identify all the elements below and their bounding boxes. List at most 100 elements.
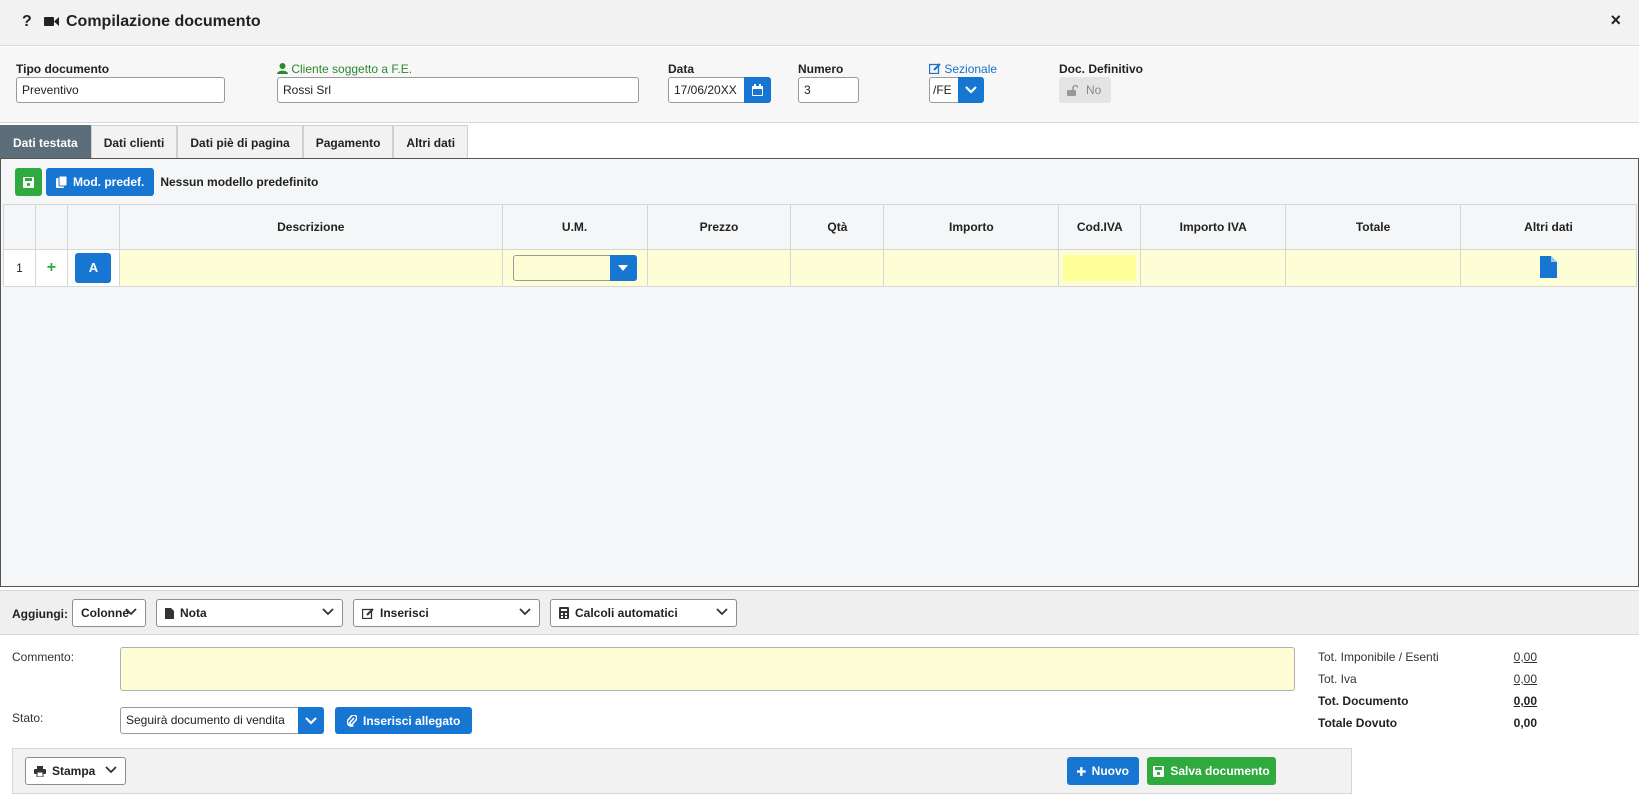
column-header [66, 204, 120, 250]
save-model-button[interactable] [15, 168, 42, 196]
window-title: Compilazione documento [66, 13, 261, 30]
doc-definitivo-label: Doc. Definitivo [1059, 62, 1144, 76]
tot-documento-label: Tot. Documento [1318, 694, 1409, 708]
chevron-down-icon [519, 608, 531, 616]
aggiungi-label: Aggiungi: [12, 607, 68, 621]
lock-open-icon [1067, 84, 1078, 96]
column-header-importo: Importo [883, 204, 1060, 250]
prezzo-cell[interactable] [646, 249, 792, 287]
totale-cell[interactable] [1285, 249, 1462, 287]
data-input[interactable]: 17/06/20XX [668, 77, 746, 103]
document-rows-table: Descrizione U.M. Prezzo Qtà Importo Cod.… [3, 204, 1637, 287]
cod-iva-cell [1058, 249, 1142, 287]
cliente-input[interactable]: Rossi Srl [277, 77, 639, 103]
column-header-importo-iva: Importo IVA [1140, 204, 1287, 250]
importo-iva-cell[interactable] [1140, 249, 1287, 287]
action-bar: Stampa Nuovo Salva documento [12, 748, 1352, 794]
cod-iva-input[interactable] [1063, 255, 1137, 281]
descrizione-cell[interactable] [118, 249, 503, 287]
tipo-documento-input[interactable]: Preventivo [16, 77, 225, 103]
tab-dati-testata[interactable]: Dati testata [0, 125, 91, 159]
tab-dati-clienti[interactable]: Dati clienti [90, 125, 178, 159]
salva-documento-label: Salva documento [1170, 764, 1270, 778]
user-icon [277, 63, 288, 74]
commento-label: Commento: [12, 650, 75, 664]
column-header [3, 204, 36, 250]
cliente-label: Cliente soggetto a F.E. [277, 62, 412, 76]
sezionale-dropdown-button[interactable] [958, 77, 984, 103]
tab-altri-dati[interactable]: Altri dati [393, 125, 469, 159]
numero-label: Numero [798, 62, 844, 76]
nuovo-button[interactable]: Nuovo [1067, 757, 1139, 785]
um-select[interactable] [512, 255, 637, 281]
help-icon[interactable]: ? [22, 13, 32, 31]
tot-documento-value: 0,00 [1513, 694, 1537, 708]
um-dropdown-button[interactable] [609, 255, 637, 281]
aggiungi-bar: Aggiungi: Colonne Nota Inserisci Calcoli… [0, 590, 1639, 635]
tab-pagamento[interactable]: Pagamento [302, 125, 394, 159]
edit-icon [362, 607, 374, 619]
calcoli-dropdown[interactable]: Calcoli automatici [550, 599, 737, 627]
chevron-down-icon [965, 86, 977, 94]
importo-cell[interactable] [883, 249, 1060, 287]
inserisci-allegato-label: Inserisci allegato [363, 713, 461, 728]
model-status-text: Nessun modello predefinito [160, 175, 319, 189]
commento-textarea[interactable] [120, 647, 1295, 691]
sezionale-select[interactable]: /FE [929, 77, 961, 103]
video-camera-icon[interactable] [44, 15, 59, 30]
column-header-totale: Totale [1285, 204, 1462, 250]
stampa-dropdown[interactable]: Stampa [25, 757, 126, 785]
salva-documento-button[interactable]: Salva documento [1147, 757, 1276, 785]
inserisci-allegato-button[interactable]: Inserisci allegato [335, 707, 473, 734]
nota-dropdown[interactable]: Nota [156, 599, 343, 627]
doc-definitivo-toggle[interactable]: No [1059, 77, 1111, 103]
column-header-cod-iva: Cod.IVA [1058, 204, 1142, 250]
table-header-row: Descrizione U.M. Prezzo Qtà Importo Cod.… [3, 204, 1637, 250]
column-header-altri-dati: Altri dati [1460, 204, 1637, 250]
sezionale-label-text: Sezionale [944, 62, 998, 76]
inserisci-dropdown[interactable]: Inserisci [353, 599, 540, 627]
um-cell [501, 249, 648, 287]
document-header: Tipo documento Preventivo Cliente sogget… [0, 47, 1639, 123]
column-header [34, 204, 68, 250]
stato-select[interactable]: Seguirà documento di vendita [120, 707, 300, 734]
sezionale-label[interactable]: Sezionale [928, 62, 998, 76]
paperclip-icon [347, 714, 357, 727]
row-type-button[interactable]: A [75, 253, 112, 283]
altri-dati-cell [1460, 249, 1637, 287]
nota-label: Nota [180, 606, 207, 620]
copy-icon [56, 176, 67, 188]
column-header-descrizione: Descrizione [118, 204, 503, 250]
tot-imponibile-label: Tot. Imponibile / Esenti [1318, 650, 1439, 664]
chevron-down-icon [305, 716, 317, 725]
calendar-button[interactable] [744, 77, 771, 103]
stato-dropdown-button[interactable] [298, 707, 324, 734]
cliente-label-text: Cliente soggetto a F.E. [291, 62, 413, 76]
column-header-um: U.M. [501, 204, 648, 250]
nuovo-label: Nuovo [1091, 764, 1129, 778]
qta-cell[interactable] [790, 249, 885, 287]
tot-iva-value: 0,00 [1513, 672, 1537, 686]
calcoli-label: Calcoli automatici [575, 606, 678, 620]
totale-dovuto-label: Totale Dovuto [1318, 716, 1398, 730]
row-number: 1 [3, 249, 36, 287]
column-header-qta: Qtà [790, 204, 885, 250]
tab-dati-pie-di-pagina[interactable]: Dati piè di pagina [177, 125, 303, 159]
title-bar: ? Compilazione documento × [0, 0, 1639, 46]
edit-icon [928, 63, 941, 75]
calendar-icon [752, 84, 763, 96]
stampa-label: Stampa [52, 764, 96, 778]
data-label: Data [668, 62, 695, 76]
chevron-down-icon [322, 608, 334, 616]
file-icon [165, 607, 174, 619]
colonne-label: Colonne [81, 606, 129, 620]
mod-predef-button[interactable]: Mod. predef. [46, 168, 155, 196]
numero-input[interactable]: 3 [798, 77, 859, 103]
file-icon[interactable] [1540, 255, 1558, 278]
add-row-icon[interactable]: + [34, 249, 68, 287]
colonne-dropdown[interactable]: Colonne [72, 599, 146, 627]
chevron-down-icon [125, 608, 137, 616]
row-type-cell: A [66, 249, 120, 287]
close-icon[interactable]: × [1610, 10, 1621, 31]
tot-iva-label: Tot. Iva [1318, 672, 1357, 686]
